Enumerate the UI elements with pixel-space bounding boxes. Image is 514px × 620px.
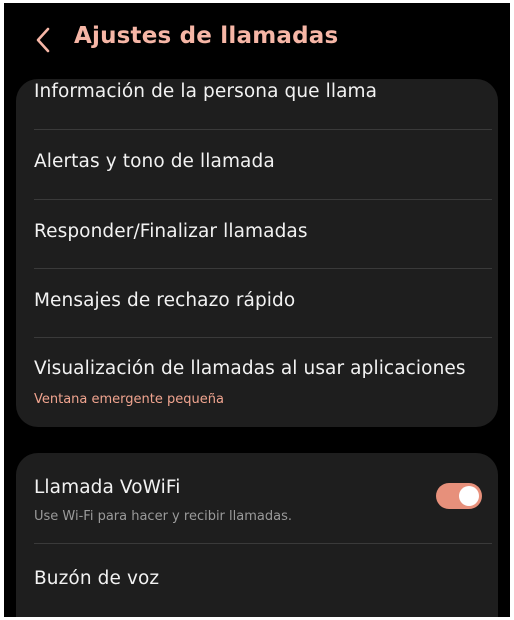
chevron-left-icon: [36, 27, 50, 53]
screen: Ajustes de llamadas Información de la pe…: [4, 3, 510, 617]
vowifi-toggle[interactable]: [436, 483, 482, 509]
call-settings-card: Información de la persona que llama Aler…: [16, 79, 498, 427]
caller-info-label: Información de la persona que llama: [34, 81, 378, 102]
toggle-knob: [459, 486, 479, 506]
call-display-while-using-apps-item[interactable]: Visualización de llamadas al usar aplica…: [16, 338, 498, 427]
app-bar: Ajustes de llamadas: [4, 3, 510, 77]
back-button[interactable]: [30, 25, 56, 55]
answer-end-calls-label: Responder/Finalizar llamadas: [34, 221, 308, 242]
vowifi-item[interactable]: Llamada VoWiFi Use Wi-Fi para hacer y re…: [16, 453, 498, 543]
voicemail-label: Buzón de voz: [34, 568, 160, 589]
quick-decline-messages-label: Mensajes de rechazo rápido: [34, 290, 296, 311]
vowifi-description: Use Wi-Fi para hacer y recibir llamadas.: [34, 509, 292, 524]
vowifi-label: Llamada VoWiFi: [34, 477, 181, 498]
alerts-ringtone-label: Alertas y tono de llamada: [34, 151, 275, 172]
call-display-label: Visualización de llamadas al usar aplica…: [34, 358, 466, 379]
voicemail-item[interactable]: Buzón de voz: [16, 544, 498, 617]
answer-end-calls-item[interactable]: Responder/Finalizar llamadas: [16, 200, 498, 268]
page-title: Ajustes de llamadas: [74, 23, 339, 49]
call-display-value: Ventana emergente pequeña: [34, 392, 224, 407]
alerts-ringtone-item[interactable]: Alertas y tono de llamada: [16, 130, 498, 199]
quick-decline-messages-item[interactable]: Mensajes de rechazo rápido: [16, 269, 498, 337]
network-settings-card: Llamada VoWiFi Use Wi-Fi para hacer y re…: [16, 453, 498, 617]
caller-info-item[interactable]: Información de la persona que llama: [16, 79, 498, 129]
